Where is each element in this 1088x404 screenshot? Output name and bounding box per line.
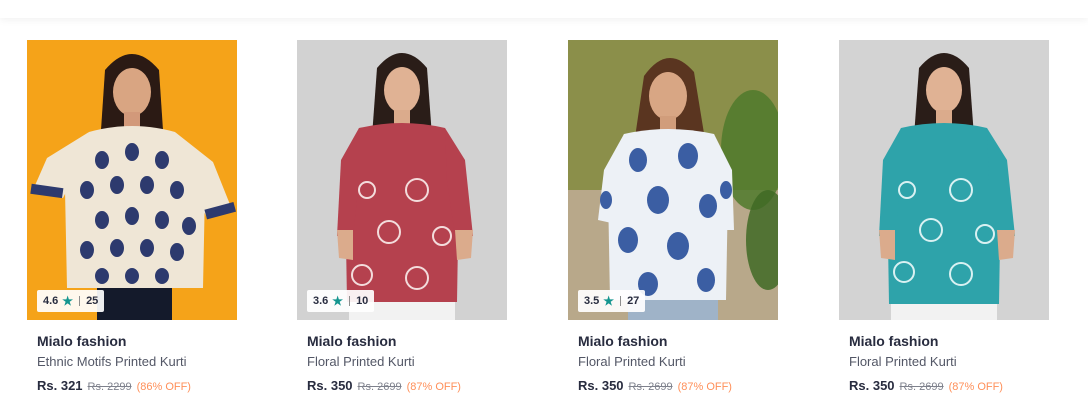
product-card[interactable]: 4.6 ★ 25 Mialo fashion Ethnic Motifs Pri… [27, 40, 237, 404]
star-icon: ★ [603, 294, 615, 308]
price-row: Rs. 350 Rs. 2699 (87% OFF) [849, 378, 1049, 395]
product-price: Rs. 350 [578, 378, 624, 393]
rating-value: 4.6 [43, 295, 59, 307]
product-card[interactable]: 3.6 ★ 10 Mialo fashion Floral Printed Ku… [297, 40, 507, 404]
rating-value: 3.5 [584, 295, 600, 307]
product-discount: (87% OFF) [406, 381, 461, 393]
product-card[interactable]: Mialo fashion Floral Printed Kurti Rs. 3… [839, 40, 1049, 404]
product-info: Mialo fashion Floral Printed Kurti Rs. 3… [568, 320, 778, 395]
price-row: Rs. 350 Rs. 2699 (87% OFF) [578, 378, 778, 395]
product-photo [27, 40, 237, 320]
product-image[interactable]: 3.5 ★ 27 [568, 40, 778, 320]
product-image[interactable]: 4.6 ★ 25 [27, 40, 237, 320]
product-grid: 4.6 ★ 25 Mialo fashion Ethnic Motifs Pri… [27, 40, 1067, 404]
product-brand: Mialo fashion [307, 333, 397, 349]
product-photo [839, 40, 1049, 320]
header-bar [0, 0, 1088, 18]
product-price: Rs. 321 [37, 378, 83, 393]
product-photo [568, 40, 778, 320]
product-info: Mialo fashion Ethnic Motifs Printed Kurt… [27, 320, 237, 395]
rating-divider [620, 296, 622, 306]
product-brand: Mialo fashion [37, 333, 127, 349]
product-mrp: Rs. 2699 [899, 381, 944, 393]
product-price: Rs. 350 [849, 378, 895, 393]
rating-badge: 4.6 ★ 25 [37, 290, 105, 312]
rating-badge: 3.6 ★ 10 [307, 290, 375, 312]
price-row: Rs. 321 Rs. 2299 (86% OFF) [37, 378, 237, 395]
product-discount: (86% OFF) [136, 381, 191, 393]
rating-divider [349, 296, 351, 306]
product-name: Floral Printed Kurti [307, 354, 415, 369]
rating-count: 10 [356, 295, 369, 307]
product-brand: Mialo fashion [578, 333, 668, 349]
rating-count: 25 [86, 295, 99, 307]
product-mrp: Rs. 2699 [628, 381, 673, 393]
product-discount: (87% OFF) [677, 381, 732, 393]
rating-badge: 3.5 ★ 27 [578, 290, 646, 312]
rating-count: 27 [627, 295, 640, 307]
product-brand: Mialo fashion [849, 333, 939, 349]
product-image[interactable] [839, 40, 1049, 320]
product-photo [297, 40, 507, 320]
star-icon: ★ [332, 294, 344, 308]
price-row: Rs. 350 Rs. 2699 (87% OFF) [307, 378, 507, 395]
product-discount: (87% OFF) [948, 381, 1003, 393]
product-name: Ethnic Motifs Printed Kurti [37, 354, 187, 369]
product-price: Rs. 350 [307, 378, 353, 393]
product-mrp: Rs. 2699 [357, 381, 402, 393]
product-mrp: Rs. 2299 [87, 381, 132, 393]
rating-value: 3.6 [313, 295, 329, 307]
rating-divider [79, 296, 81, 306]
product-name: Floral Printed Kurti [578, 354, 686, 369]
product-name: Floral Printed Kurti [849, 354, 957, 369]
product-info: Mialo fashion Floral Printed Kurti Rs. 3… [297, 320, 507, 395]
product-image[interactable]: 3.6 ★ 10 [297, 40, 507, 320]
product-card[interactable]: 3.5 ★ 27 Mialo fashion Floral Printed Ku… [568, 40, 778, 404]
product-info: Mialo fashion Floral Printed Kurti Rs. 3… [839, 320, 1049, 395]
star-icon: ★ [62, 294, 74, 308]
